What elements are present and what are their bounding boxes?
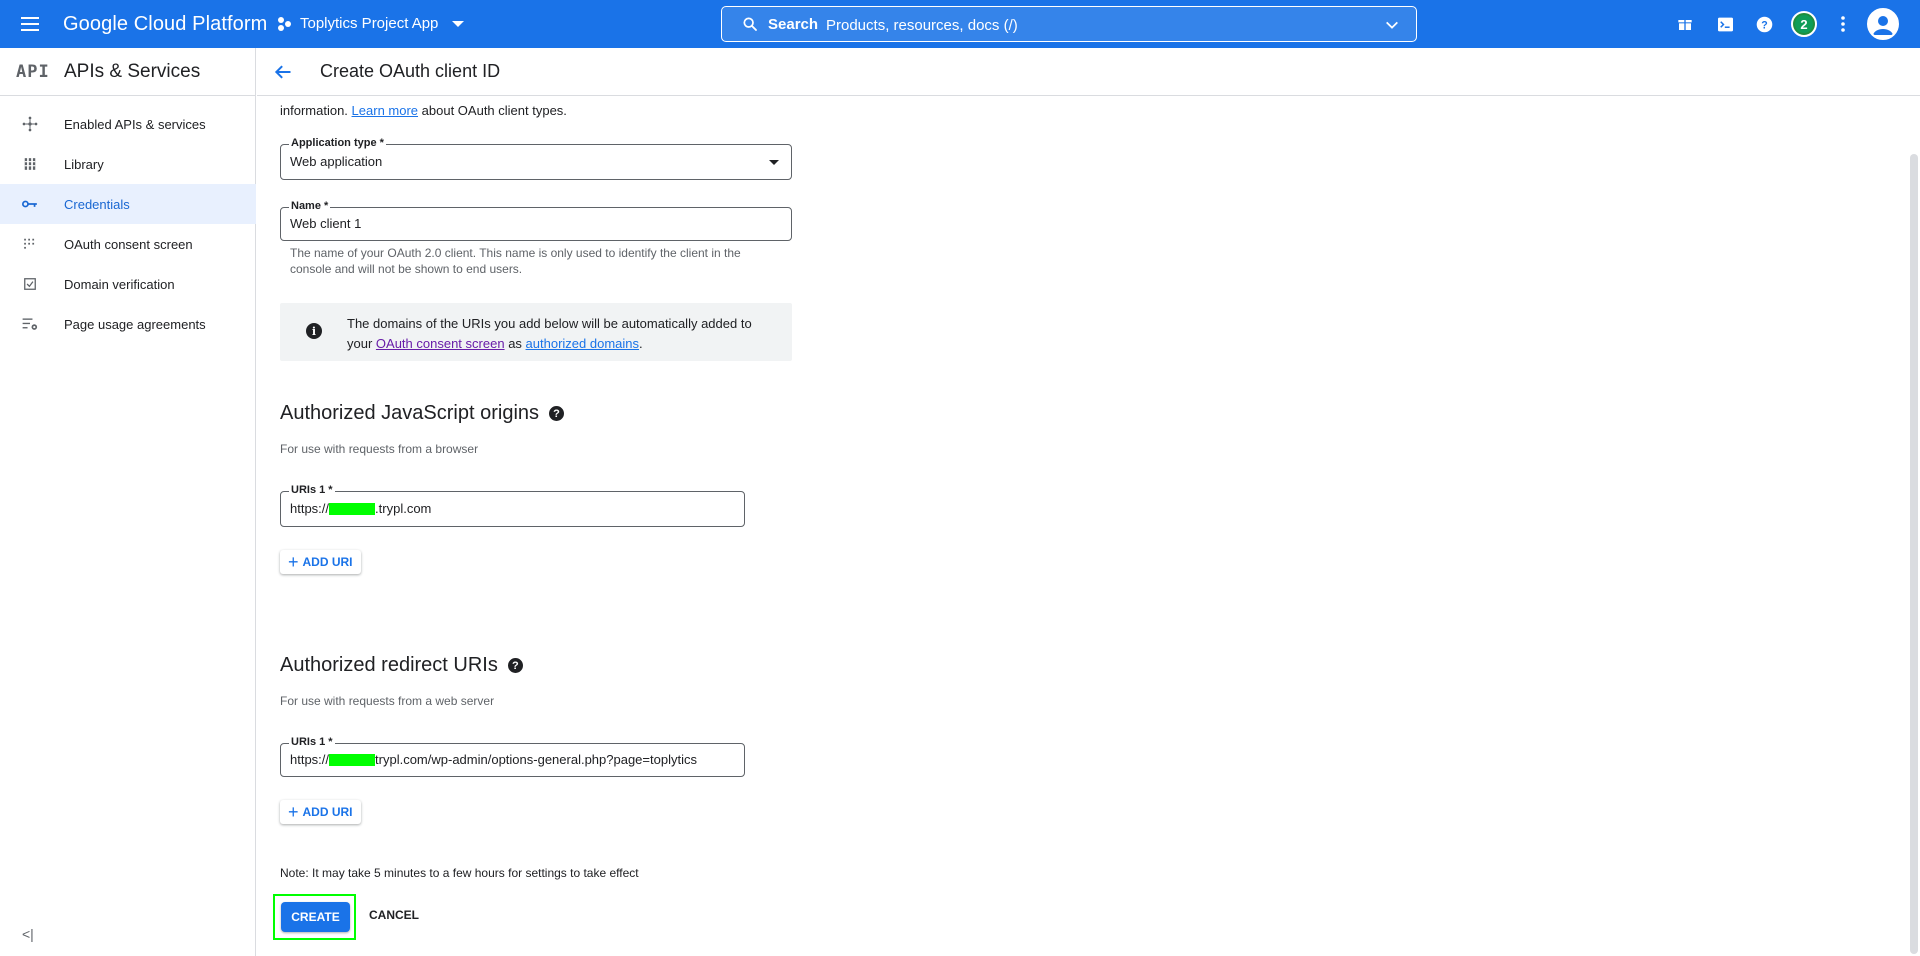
sidebar-item-label: Domain verification: [64, 276, 175, 292]
search-input[interactable]: [826, 14, 1346, 36]
sidebar-item-domain-verification[interactable]: Domain verification: [0, 264, 256, 304]
gift-icon[interactable]: [1673, 12, 1697, 36]
redirect-uris-desc: For use with requests from a web server: [280, 694, 495, 708]
brand-title[interactable]: Google Cloud Platform: [63, 13, 267, 36]
notification-count: 2: [1795, 15, 1813, 33]
plus-icon: +: [288, 552, 299, 572]
page-header: Create OAuth client ID: [257, 48, 1920, 96]
info-text: The domains of the URIs you add below wi…: [347, 314, 767, 354]
uri-suffix: trypl.com/wp-admin/options-general.php?p…: [375, 752, 697, 767]
dropdown-arrow-icon: [769, 160, 779, 165]
learn-more-link[interactable]: Learn more: [352, 103, 418, 118]
redirect-uri-value: https:// trypl.com/wp-admin/options-gener…: [290, 752, 697, 768]
main-content: information. Learn more about OAuth clie…: [257, 97, 1920, 956]
sidebar-item-oauth-consent[interactable]: OAuth consent screen: [0, 224, 256, 264]
redacted-block: [329, 753, 376, 766]
uri-prefix: https://: [290, 501, 330, 516]
application-type-label: Application type *: [289, 137, 386, 149]
authorized-domains-link[interactable]: authorized domains: [526, 336, 639, 351]
intro-prefix: information.: [280, 103, 348, 118]
key-icon: [0, 198, 64, 210]
info-text-part: .: [639, 336, 643, 351]
create-button[interactable]: CREATE: [281, 902, 350, 932]
redirect-uris-title: Authorized redirect URIs: [280, 654, 498, 676]
help-icon[interactable]: ?: [1752, 12, 1776, 36]
settings-note: Note: It may take 5 minutes to a few hou…: [280, 866, 639, 880]
redacted-block: [329, 502, 376, 515]
application-type-select[interactable]: Application type * Web application: [280, 137, 792, 180]
plus-icon: +: [288, 802, 299, 822]
oauth-consent-screen-link[interactable]: OAuth consent screen: [376, 336, 505, 351]
sidebar-item-library[interactable]: Library: [0, 144, 256, 184]
caret-down-icon: [452, 20, 465, 27]
sidebar-item-label: Enabled APIs & services: [64, 116, 206, 132]
project-picker[interactable]: Toplytics Project App: [278, 15, 465, 32]
intro-text: information. Learn more about OAuth clie…: [280, 103, 567, 118]
sidebar-item-label: Library: [64, 156, 104, 172]
name-field[interactable]: Name * Web client 1: [280, 200, 792, 241]
sidebar-item-label: Credentials: [64, 196, 130, 212]
info-text-part: as: [508, 336, 522, 351]
page-title: Create OAuth client ID: [320, 61, 501, 81]
search-label: Search: [768, 16, 819, 33]
chevron-down-icon[interactable]: [1384, 17, 1400, 33]
uri-suffix: .trypl.com: [375, 501, 432, 516]
project-icon: [278, 16, 292, 31]
js-origins-heading: Authorized JavaScript origins?: [280, 402, 565, 425]
create-button-highlight: CREATE: [273, 894, 356, 940]
sidebar-item-credentials[interactable]: Credentials: [0, 184, 256, 224]
cloud-shell-icon[interactable]: [1713, 12, 1737, 36]
js-origin-uri-label: URIs 1 *: [289, 484, 335, 496]
settings-list-icon: [0, 317, 64, 331]
svg-text:?: ?: [1761, 19, 1767, 31]
library-icon: [0, 157, 64, 171]
back-arrow-icon[interactable]: [273, 62, 293, 82]
more-vert-icon[interactable]: [1831, 12, 1855, 36]
sidebar-title: APIs & Services: [64, 61, 201, 82]
sidebar-item-page-usage[interactable]: Page usage agreements: [0, 304, 256, 344]
name-help-text: The name of your OAuth 2.0 client. This …: [290, 246, 741, 276]
intro-suffix: about OAuth client types.: [421, 103, 567, 118]
js-origins-title: Authorized JavaScript origins: [280, 402, 540, 424]
info-icon: i: [306, 323, 322, 339]
help-icon[interactable]: ?: [549, 406, 565, 422]
notifications-badge[interactable]: 2: [1791, 11, 1817, 37]
js-origin-uri-value: https:// .trypl.com: [290, 501, 431, 517]
menu-icon[interactable]: [18, 12, 42, 36]
sidebar-item-label: OAuth consent screen: [64, 236, 193, 252]
application-type-value: Web application: [290, 154, 383, 169]
redirect-uri-label: URIs 1 *: [289, 736, 335, 748]
collapse-sidebar-icon[interactable]: <|: [22, 926, 34, 942]
add-js-origin-button[interactable]: + ADD URI: [280, 550, 361, 574]
js-origins-desc: For use with requests from a browser: [280, 442, 479, 456]
sidebar: API APIs & Services Enabled APIs & servi…: [0, 48, 256, 956]
hub-icon: [0, 116, 64, 132]
help-icon[interactable]: ?: [507, 658, 523, 674]
redirect-uri-field[interactable]: URIs 1 * https:// trypl.com/wp-admin/opti…: [280, 736, 745, 777]
scrollbar[interactable]: [1910, 154, 1918, 954]
search-icon: [743, 17, 757, 31]
search-bar[interactable]: Search: [721, 6, 1417, 42]
add-redirect-uri-button[interactable]: + ADD URI: [280, 800, 361, 824]
cancel-button[interactable]: CANCEL: [369, 908, 419, 922]
info-box: i The domains of the URIs you add below …: [280, 303, 792, 361]
name-label: Name *: [289, 200, 331, 212]
sidebar-item-label: Page usage agreements: [64, 316, 206, 332]
api-logo: API: [16, 62, 50, 82]
sidebar-item-enabled-apis[interactable]: Enabled APIs & services: [0, 104, 256, 144]
uri-prefix: https://: [290, 752, 330, 767]
checkbox-icon: [0, 277, 64, 291]
top-app-bar: Google Cloud Platform Toplytics Project …: [0, 0, 1920, 48]
js-origin-uri-field[interactable]: URIs 1 * https:// .trypl.com: [280, 484, 745, 527]
add-uri-label: ADD URI: [302, 555, 353, 569]
redirect-uris-heading: Authorized redirect URIs?: [280, 654, 523, 677]
sidebar-nav: Enabled APIs & services Library Credenti…: [0, 104, 256, 344]
name-value: Web client 1: [290, 216, 362, 231]
project-name: Toplytics Project App: [300, 15, 439, 32]
avatar[interactable]: [1867, 8, 1899, 40]
consent-icon: [0, 237, 64, 251]
sidebar-header: API APIs & Services: [0, 48, 256, 96]
add-uri-label: ADD URI: [302, 805, 353, 819]
